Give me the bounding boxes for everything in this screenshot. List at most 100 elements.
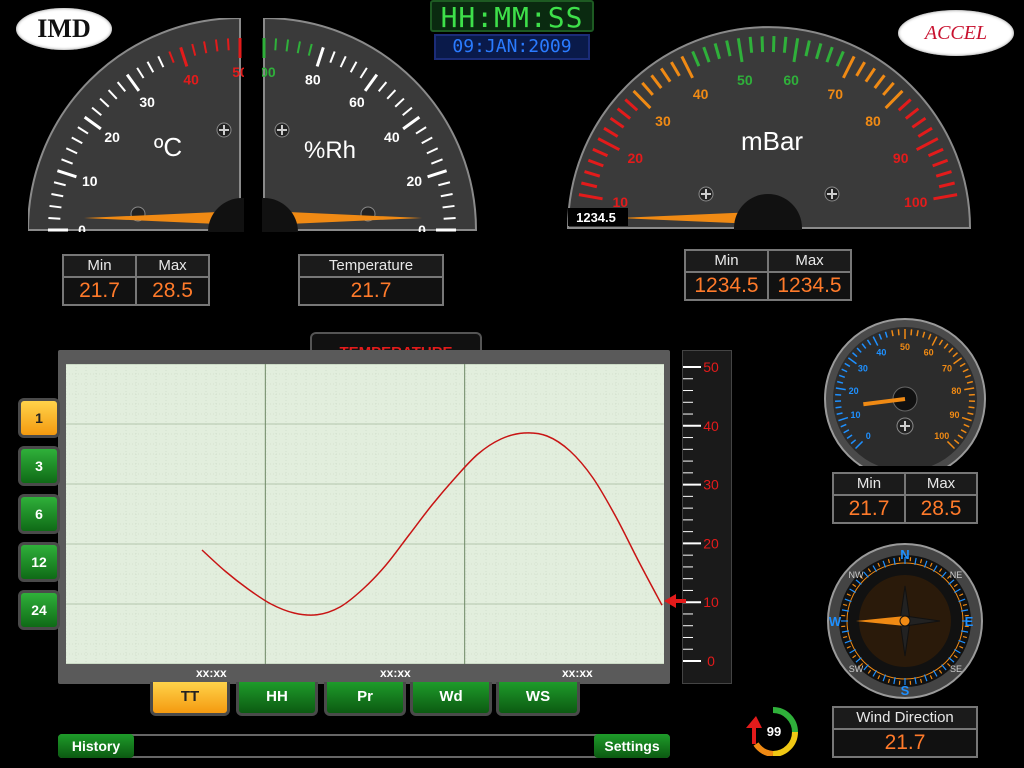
- compass-w: W: [829, 614, 842, 629]
- wind-speed-gauge: 0 10 20 30 40 50 60 70 80 90 100: [824, 318, 986, 466]
- signal-indicator: 99: [746, 707, 798, 756]
- min-value: 1234.5: [694, 274, 759, 297]
- gauge-tick-label: 30: [858, 363, 868, 373]
- gauge-tick-label: 100: [904, 194, 928, 210]
- max-label: Max: [137, 256, 208, 278]
- max-value: 28.5: [152, 279, 193, 302]
- y-scale-label: 0: [707, 653, 715, 669]
- temperature-unit-label: ºC: [154, 132, 182, 162]
- temperature-chart: [66, 364, 664, 664]
- gauge-tick-label: 100: [262, 64, 276, 80]
- compass-n: N: [900, 547, 909, 562]
- range-button-24[interactable]: 24: [18, 590, 60, 630]
- gauge-tick: [48, 216, 61, 220]
- gauge-tick: [782, 36, 788, 53]
- gauge-tick-label: 80: [305, 72, 321, 88]
- gauge-tick-label: 30: [655, 113, 671, 129]
- gauge-tick-label: 10: [851, 410, 861, 420]
- max-value: 1234.5: [777, 274, 842, 297]
- min-value: 21.7: [848, 497, 890, 520]
- readout-label: Temperature: [300, 256, 442, 278]
- chart-y-scale: 0 10 20 30 40 50: [682, 350, 732, 684]
- gauge-tick-label: 40: [693, 86, 709, 102]
- tab-ws[interactable]: WS: [496, 682, 580, 716]
- gauge-tick-label: 20: [627, 150, 643, 166]
- compass-sw: SW: [849, 664, 864, 674]
- gauge-tick: [835, 406, 842, 409]
- gauge-tick-label: 50: [900, 342, 910, 352]
- gauge-tick: [910, 329, 913, 336]
- tab-tt[interactable]: TT: [150, 682, 230, 716]
- x-label-2: xx:xx: [380, 666, 411, 680]
- readout-value: 21.7: [350, 279, 392, 302]
- min-label: Min: [64, 256, 135, 278]
- min-label: Min: [686, 251, 767, 273]
- x-label-3: xx:xx: [562, 666, 593, 680]
- gauge-tick-label: 70: [942, 363, 952, 373]
- x-label-1: xx:xx: [196, 666, 227, 680]
- min-label: Min: [834, 474, 904, 496]
- refresh-arrow-icon: [746, 716, 762, 728]
- y-scale-label: 20: [703, 535, 719, 551]
- gauge-tick-label: 60: [783, 72, 799, 88]
- humidity-readout: Temperature 21.7: [298, 254, 444, 306]
- settings-button[interactable]: Settings: [594, 734, 670, 758]
- pressure-minmax: Min 1234.5 Max 1234.5: [684, 249, 852, 301]
- gauge-tick: [748, 36, 754, 53]
- max-label: Max: [769, 251, 850, 273]
- wind-compass: N S E W NE NW SE SW: [827, 543, 983, 699]
- tab-wd[interactable]: Wd: [410, 682, 492, 716]
- range-button-12[interactable]: 12: [18, 542, 60, 582]
- gauge-tick-label: 20: [104, 129, 120, 145]
- gauge-tick-label: 20: [406, 173, 422, 189]
- humidity-gauge: 100 80 60 40 20 0 %Rh: [262, 18, 478, 232]
- pressure-value-label: 1234.5: [576, 210, 616, 225]
- y-scale-label: 10: [703, 594, 719, 610]
- tab-hh[interactable]: HH: [236, 682, 318, 716]
- readout-value: 21.7: [884, 731, 926, 754]
- compass-ne: NE: [950, 570, 963, 580]
- wind-speed-minmax: Min 21.7 Max 28.5: [832, 472, 978, 524]
- gauge-tick-label: 80: [951, 386, 961, 396]
- compass-nw: NW: [849, 570, 864, 580]
- history-bar: [58, 734, 670, 758]
- gauge-tick: [226, 38, 230, 51]
- history-button[interactable]: History: [58, 734, 134, 758]
- gauge-tick-label: 90: [949, 410, 959, 420]
- gauge-tick-label: 10: [82, 173, 98, 189]
- gauge-tick-label: 50: [737, 72, 753, 88]
- gauge-tick-label: 40: [384, 129, 400, 145]
- compass-s: S: [901, 683, 910, 698]
- signal-value: 99: [767, 724, 781, 739]
- gauge-tick-label: 90: [893, 150, 909, 166]
- current-value-marker-icon: [664, 594, 686, 608]
- humidity-unit-label: %Rh: [304, 137, 356, 164]
- temperature-minmax: Min 21.7 Max 28.5: [62, 254, 210, 306]
- range-button-1[interactable]: 1: [18, 398, 60, 438]
- temperature-gauge: 0 10 20 30 40 50 ºC: [28, 18, 244, 232]
- gauge-tick-label: 10: [612, 194, 628, 210]
- gauge-tick-label: 30: [139, 94, 155, 110]
- compass-se: SE: [950, 664, 962, 674]
- gauge-tick-label: 70: [828, 86, 844, 102]
- gauge-tick-label: 0: [866, 431, 871, 441]
- pressure-unit-label: mBar: [741, 126, 803, 156]
- gauge-tick: [968, 406, 975, 409]
- y-scale-svg: 0 10 20 30 40 50: [683, 359, 719, 669]
- gauge-tick-label: 50: [232, 64, 244, 80]
- range-button-6[interactable]: 6: [18, 494, 60, 534]
- readout-label: Wind Direction: [834, 708, 976, 730]
- gauge-tick: [274, 38, 278, 51]
- max-value: 28.5: [920, 497, 962, 520]
- gauge-tick-label: 40: [876, 348, 886, 358]
- gauge-tick-label: 40: [183, 72, 199, 88]
- gauge-tick: [897, 329, 900, 336]
- range-button-3[interactable]: 3: [18, 446, 60, 486]
- gauge-tick-label: 60: [349, 94, 365, 110]
- pressure-gauge: 10 20 30 40 50 60 70 80 90 100 mBar 1234.5: [566, 26, 972, 230]
- gauge-tick-label: 100: [934, 431, 949, 441]
- gauge-tick-label: 0: [418, 222, 426, 232]
- compass-e: E: [965, 614, 974, 629]
- tab-pr[interactable]: Pr: [324, 682, 406, 716]
- max-label: Max: [906, 474, 976, 496]
